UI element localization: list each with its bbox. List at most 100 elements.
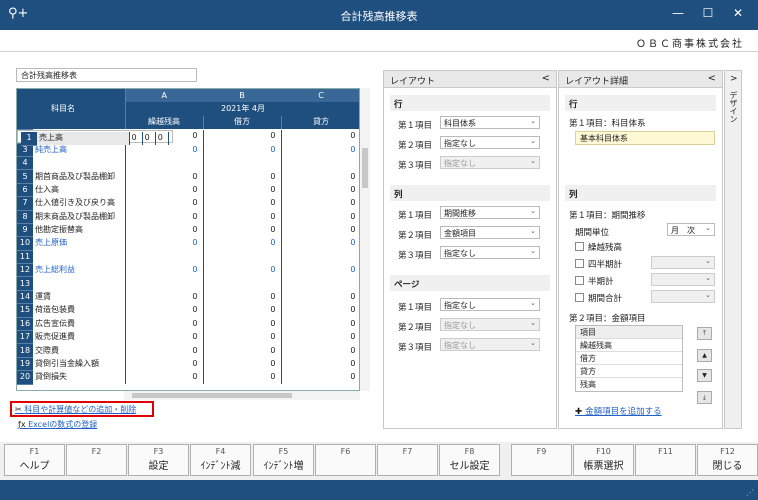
value-cell[interactable]: 0 xyxy=(142,131,156,146)
value-cell[interactable]: 0 xyxy=(125,183,204,197)
row-number[interactable]: 18 xyxy=(17,343,33,358)
value-cell[interactable]: 0 xyxy=(125,330,204,344)
value-cell[interactable]: 0 xyxy=(155,131,169,146)
value-cell[interactable]: 0 xyxy=(281,223,359,237)
col-item2-select[interactable]: 金額項目 ⌄ xyxy=(440,226,540,239)
quarter-total-checkbox[interactable] xyxy=(575,259,584,268)
value-cell[interactable] xyxy=(125,276,204,291)
row-number[interactable]: 16 xyxy=(17,317,33,332)
table-row[interactable]: 19 貸倒引当金繰入額 0 0 0 xyxy=(17,357,359,372)
value-cell[interactable] xyxy=(203,276,282,291)
account-name-cell[interactable] xyxy=(33,250,126,264)
account-name-cell[interactable]: 他勘定振替高 xyxy=(33,223,126,237)
value-cell[interactable] xyxy=(125,250,204,264)
value-cell[interactable]: 0 xyxy=(203,290,282,304)
account-name-cell[interactable]: 仕入高 xyxy=(33,183,126,197)
account-name-cell[interactable] xyxy=(33,156,126,170)
value-cell[interactable]: 0 xyxy=(281,357,359,371)
account-name-cell[interactable]: 運賃 xyxy=(33,290,126,304)
move-top-icon[interactable]: ⤒ xyxy=(697,327,712,340)
value-cell[interactable]: 0 xyxy=(203,343,282,358)
design-side-tab[interactable]: > デザイン xyxy=(724,70,742,429)
move-up-icon[interactable]: ▲ xyxy=(697,349,712,362)
value-cell[interactable]: 0 xyxy=(203,263,282,277)
value-cell[interactable]: 0 xyxy=(203,223,282,237)
table-row[interactable]: 5 期首商品及び製品棚卸 0 0 0 xyxy=(17,169,359,184)
fkey-f8-button[interactable]: F8 セル設定 xyxy=(439,444,500,476)
value-cell[interactable]: 0 xyxy=(203,129,282,144)
table-row[interactable]: 6 仕入高 0 0 0 xyxy=(17,183,359,198)
list-item[interactable]: 繰越残高 xyxy=(576,339,682,352)
row-number[interactable]: 9 xyxy=(17,223,33,238)
account-name-cell[interactable]: 売上総利益 xyxy=(33,263,126,277)
row-item1-select[interactable]: 科目体系 ⌄ xyxy=(440,116,540,129)
table-row[interactable]: 13 xyxy=(17,276,359,291)
value-cell[interactable]: 0 xyxy=(203,317,282,331)
list-item[interactable]: 残高 xyxy=(576,378,682,391)
value-cell[interactable]: 0 xyxy=(281,343,359,358)
corner-cell[interactable] xyxy=(17,89,33,130)
account-name-cell[interactable]: 仕入値引き及び戻り高 xyxy=(33,196,126,211)
value-cell[interactable]: 0 xyxy=(281,183,359,197)
col-header-c[interactable]: C xyxy=(281,89,359,103)
table-row[interactable]: 18 交際費 0 0 0 xyxy=(17,343,359,358)
value-cell[interactable]: 0 xyxy=(125,357,204,371)
value-cell[interactable] xyxy=(203,250,282,264)
value-cell[interactable]: 0 xyxy=(203,169,282,184)
row-number[interactable]: 20 xyxy=(17,370,33,385)
value-cell[interactable]: 0 xyxy=(125,196,204,211)
value-cell[interactable]: 0 xyxy=(281,196,359,211)
grid-vertical-scrollbar[interactable] xyxy=(360,88,370,391)
row-number[interactable]: 17 xyxy=(17,330,33,345)
value-cell[interactable]: 0 xyxy=(125,210,204,224)
value-cell[interactable]: 0 xyxy=(125,236,204,251)
value-cell[interactable] xyxy=(281,250,359,264)
list-item[interactable]: 借方 xyxy=(576,352,682,365)
account-name-cell[interactable]: 売上高 xyxy=(37,131,130,146)
value-cell[interactable]: 0 xyxy=(281,303,359,318)
value-cell[interactable]: 0 xyxy=(203,236,282,251)
fkey-f3-button[interactable]: F3 設定 xyxy=(128,444,189,476)
row-number[interactable]: 5 xyxy=(17,169,33,184)
account-name-cell[interactable]: 貸倒引当金繰入額 xyxy=(33,357,126,371)
fkey-f12-button[interactable]: F12 閉じる xyxy=(697,444,758,476)
half-total-checkbox[interactable] xyxy=(575,276,584,285)
add-delete-accounts-link[interactable]: ✂ 科目や計算値などの追加・削除 xyxy=(10,401,154,417)
account-system-field[interactable]: 基本科目体系 xyxy=(575,131,715,145)
row-number[interactable]: 14 xyxy=(17,290,33,305)
table-row[interactable]: 1 売上高 0 0 0 xyxy=(17,129,173,146)
value-cell[interactable]: 0 xyxy=(281,143,359,157)
value-cell[interactable]: 0 xyxy=(203,357,282,371)
value-cell[interactable]: 0 xyxy=(203,370,282,385)
table-row[interactable]: 9 他勘定振替高 0 0 0 xyxy=(17,223,359,238)
value-cell[interactable]: 0 xyxy=(203,196,282,211)
excel-formula-link[interactable]: ƒx Excelの数式の登録 xyxy=(18,419,97,430)
account-name-cell[interactable]: 売上原価 xyxy=(33,236,126,251)
table-row[interactable]: 12 売上総利益 0 0 0 xyxy=(17,263,359,278)
detail-collapse-icon[interactable]: < xyxy=(708,73,716,84)
col-item3-select[interactable]: 指定なし ⌄ xyxy=(440,246,540,259)
table-row[interactable]: 14 運賃 0 0 0 xyxy=(17,290,359,305)
value-cell[interactable]: 0 xyxy=(281,290,359,304)
value-cell[interactable] xyxy=(281,276,359,291)
table-row[interactable]: 8 期末商品及び製品棚卸 0 0 0 xyxy=(17,210,359,224)
account-name-cell[interactable]: 荷造包装費 xyxy=(33,303,126,318)
col-item1-select[interactable]: 期間推移 ⌄ xyxy=(440,206,540,219)
value-cell[interactable]: 0 xyxy=(125,169,204,184)
value-cell[interactable]: 0 xyxy=(125,317,204,331)
table-row[interactable]: 10 売上原価 0 0 0 xyxy=(17,236,359,251)
design-expand-icon[interactable]: > xyxy=(730,74,738,84)
account-name-cell[interactable] xyxy=(33,276,126,291)
table-row[interactable]: 4 xyxy=(17,156,359,171)
fkey-f6-button[interactable]: F6 xyxy=(315,444,376,476)
row-number[interactable]: 11 xyxy=(17,250,33,265)
account-name-cell[interactable]: 交際費 xyxy=(33,343,126,358)
list-item[interactable]: 貸方 xyxy=(576,365,682,378)
value-cell[interactable]: 0 xyxy=(203,330,282,344)
maximize-icon[interactable]: ☐ xyxy=(698,6,718,20)
amount-item-list[interactable]: 項目 繰越残高 借方 貸方 残高 xyxy=(575,325,683,392)
table-row[interactable]: 11 xyxy=(17,250,359,265)
account-name-cell[interactable]: 貸倒損失 xyxy=(33,370,126,385)
row-number[interactable]: 7 xyxy=(17,196,33,211)
value-cell[interactable]: 0 xyxy=(281,210,359,224)
